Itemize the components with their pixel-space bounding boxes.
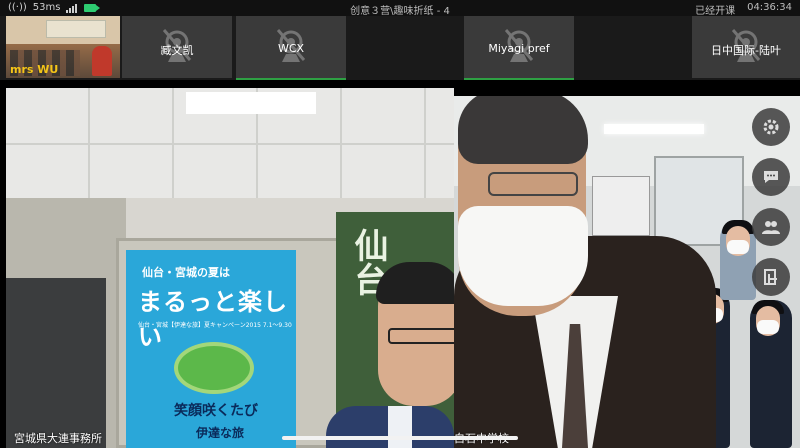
participant-tile[interactable]: Miyagi pref (464, 16, 574, 80)
clock: 04:36:34 (747, 2, 792, 13)
ceiling-light (604, 124, 704, 134)
participant-name: mrs WU (10, 63, 59, 76)
video-feed-left[interactable]: 仙台・宮城の夏は まるっと楽しい 仙台・宮城【伊達な旅】夏キャンペーン2015 … (6, 88, 454, 448)
person-glasses (388, 328, 454, 344)
participants-button[interactable] (752, 208, 790, 246)
participant-tile[interactable]: 臧文凯 (122, 16, 232, 78)
main-video-area: 仙台・宮城の夏は まるっと楽しい 仙台・宮城【伊達な旅】夏キャンペーン2015 … (0, 80, 800, 448)
chat-button[interactable] (752, 158, 790, 196)
participant-tile[interactable]: 日中国际-陆叶 (692, 16, 800, 78)
person-glasses (488, 172, 578, 196)
person-hair (458, 96, 588, 164)
class-status: 已经开课 (695, 6, 736, 17)
poster-slogan-2: 伊達な旅 (196, 426, 245, 440)
participant-name: Miyagi pref (488, 42, 550, 55)
video-feed-right[interactable]: 白石中学校 (454, 96, 800, 448)
poster-illustration (174, 342, 254, 394)
chat-icon (764, 171, 778, 183)
settings-button[interactable] (752, 108, 790, 146)
participant-tile-video[interactable]: mrs WU (6, 16, 120, 78)
poster-line: 仙台・宮城の夏は (142, 266, 230, 279)
participant-strip: mrs WU 臧文凯 WCX Miyagi pref 日中国际-陆叶 (0, 16, 800, 80)
ceiling-light (186, 92, 316, 114)
meeting-title: 创意３营\趣味折纸 - 4 (350, 6, 450, 17)
student (750, 300, 792, 448)
participant-name: 日中国际-陆叶 (711, 44, 781, 57)
status-bar: ((·)) 53ms 创意３营\趣味折纸 - 4 已经开课 04:36:34 (0, 0, 800, 17)
status-right: 已经开课 04:36:34 (695, 2, 792, 17)
gear-icon (763, 119, 779, 135)
person-shirt (388, 406, 412, 448)
share-icon (764, 269, 777, 285)
poster-subline: 仙台・宮城【伊達な旅】夏キャンペーン2015 7.1〜9.30 (138, 322, 292, 329)
person-face (458, 96, 588, 316)
poster-slogan: 笑顔咲くたび (174, 403, 258, 419)
window (6, 278, 106, 448)
ceiling-seam (6, 143, 454, 145)
classroom-board (46, 20, 106, 38)
share-button[interactable] (752, 258, 790, 296)
participant-name: WCX (277, 42, 305, 55)
participant-name: 臧文凯 (160, 44, 194, 57)
video-label-left: 宮城県大連事務所 (14, 432, 102, 445)
student-standing (720, 220, 756, 300)
wall-chart (592, 176, 650, 236)
face-mask (458, 206, 588, 306)
participants-icon (762, 221, 780, 234)
tourism-poster: 仙台・宮城の夏は まるっと楽しい 仙台・宮城【伊達な旅】夏キャンペーン2015 … (126, 250, 296, 448)
participant-tile[interactable]: WCX (236, 16, 346, 80)
home-indicator[interactable] (282, 436, 518, 440)
